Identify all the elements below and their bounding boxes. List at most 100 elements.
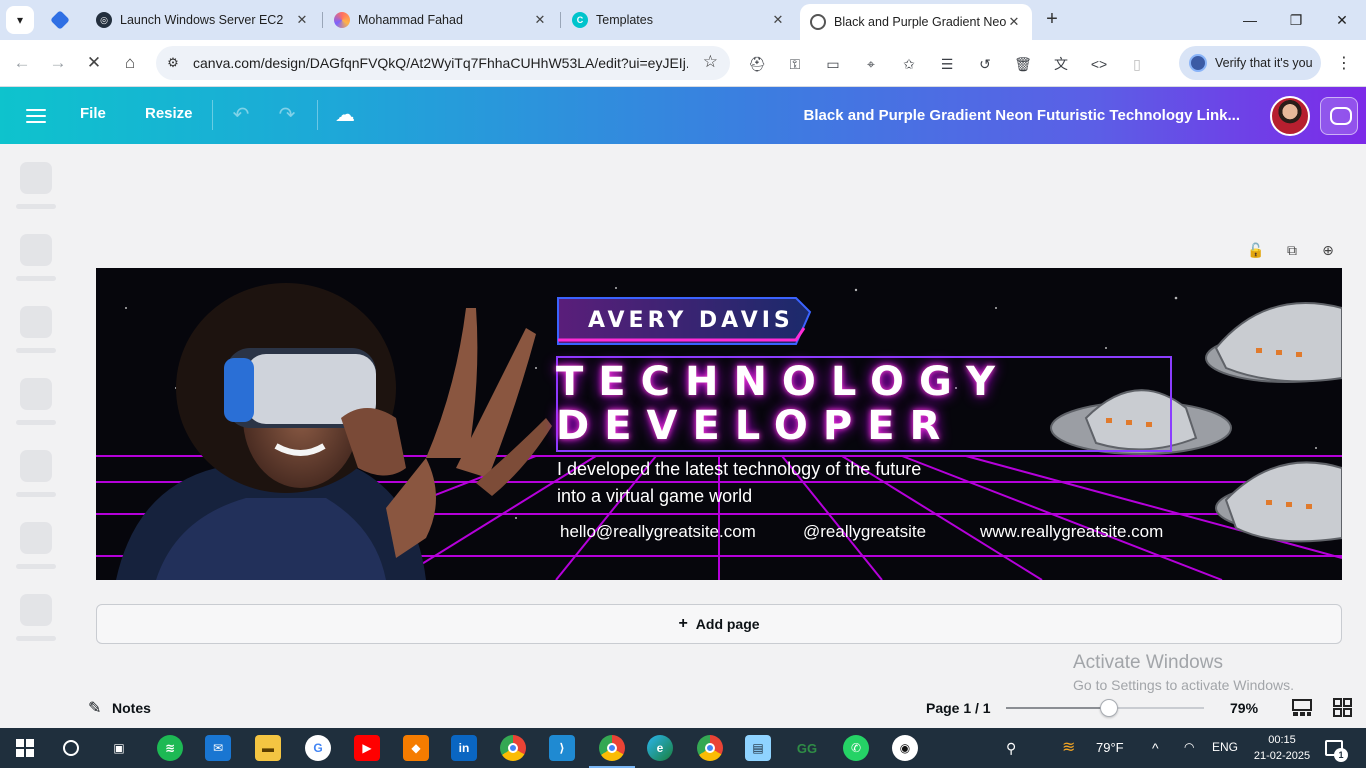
page-view-icon[interactable] [1291, 698, 1313, 718]
zoom-slider-handle[interactable] [1099, 699, 1118, 717]
delete-icon[interactable]: 🗑 [1013, 54, 1033, 74]
windows-taskbar: ▣ ≋ ✉ ▬ G ▶ ◆ in ⟩ e ▤ GG ✆ ◉ ⚲ ≋ 79°F ^… [0, 728, 1366, 768]
site-info-icon[interactable]: ⚙ [164, 54, 182, 72]
page-indicator[interactable]: Page 1 / 1 [926, 700, 991, 716]
browser-tab[interactable]: Mohammad Fahad ✕ [324, 4, 558, 36]
zoom-percentage[interactable]: 79% [1230, 700, 1258, 716]
browser-tab-strip: ▾ ◎ Launch Windows Server EC2 ✕ Mohammad… [0, 0, 1366, 40]
notepad-icon[interactable]: ▤ [745, 735, 771, 761]
google-icon[interactable]: G [305, 735, 331, 761]
design-email[interactable]: hello@reallygreatsite.com [560, 522, 756, 542]
cloud-saved-icon[interactable]: ☁ [332, 102, 358, 128]
tab-search-button[interactable]: ▾ [6, 6, 34, 34]
address-bar[interactable]: ⚙ canva.com/design/DAGfqnFVQkQ/At2WyiTq7… [156, 46, 730, 80]
geeksforgeeks-icon[interactable]: GG [794, 735, 820, 761]
vscode-icon[interactable]: ⟩ [549, 735, 575, 761]
file-explorer-icon[interactable]: ▬ [255, 735, 281, 761]
github-icon[interactable]: ◉ [892, 735, 918, 761]
spotify-icon[interactable]: ≋ [157, 735, 183, 761]
user-avatar[interactable] [1270, 96, 1310, 136]
add-page-button[interactable]: + Add page [96, 604, 1342, 644]
minimize-icon[interactable]: — [1238, 8, 1262, 32]
whatsapp-icon[interactable]: ✆ [843, 735, 869, 761]
edge-icon[interactable]: e [647, 735, 673, 761]
zoom-slider[interactable] [1006, 699, 1204, 717]
design-page[interactable]: AVERY DAVIS TECHNOLOGY DEVELOPER I devel… [96, 268, 1342, 580]
close-tab-icon[interactable]: ✕ [1006, 14, 1022, 30]
chrome-icon[interactable] [500, 735, 526, 761]
forward-icon[interactable]: → [46, 51, 70, 75]
grid-view-icon[interactable] [1332, 698, 1354, 718]
chrome-alt-icon[interactable] [697, 735, 723, 761]
incognito-extension-icon[interactable]: ⛑ [747, 54, 767, 74]
chrome-profile-icon[interactable] [589, 735, 635, 768]
system-clock[interactable]: 00:15 21-02-2025 [1252, 732, 1312, 764]
history-icon[interactable]: ↺ [975, 54, 995, 74]
home-icon[interactable]: ⌂ [118, 51, 142, 75]
url-text[interactable]: canva.com/design/DAGfqnFVQkQ/At2WyiTq7Fh… [193, 55, 688, 71]
resize-button[interactable]: Resize [145, 105, 193, 122]
lock-page-icon[interactable]: 🔓 [1246, 240, 1266, 260]
design-name-text[interactable]: AVERY DAVIS [588, 308, 794, 333]
close-window-icon[interactable]: ✕ [1330, 8, 1354, 32]
design-description[interactable]: I developed the latest technology of the… [557, 456, 1027, 510]
clock-date: 21-02-2025 [1253, 750, 1311, 762]
devtools-code-icon[interactable]: <> [1089, 54, 1109, 74]
design-website[interactable]: www.reallygreatsite.com [980, 522, 1163, 542]
design-handle[interactable]: @reallygreatsite [803, 522, 926, 542]
close-tab-icon[interactable]: ✕ [532, 12, 548, 28]
description-line-1: I developed the latest technology of the… [557, 459, 922, 479]
favorites-icon[interactable]: ✩ [899, 54, 919, 74]
canva-favicon-icon: C [572, 12, 588, 28]
payment-card-icon[interactable]: ▭ [823, 54, 843, 74]
browser-tab[interactable]: ◎ Launch Windows Server EC2 ✕ [86, 4, 320, 36]
comment-icon[interactable] [1320, 97, 1358, 135]
task-view-icon[interactable]: ▣ [106, 735, 132, 761]
weather-icon[interactable]: ≋ [1062, 737, 1075, 757]
main-menu-icon[interactable] [26, 105, 46, 125]
restore-icon[interactable]: ❐ [1284, 8, 1308, 32]
loading-favicon-icon [810, 14, 826, 30]
add-page-label: Add page [695, 616, 760, 632]
close-tab-icon[interactable]: ✕ [770, 12, 786, 28]
bookmark-star-icon[interactable]: ☆ [703, 52, 718, 72]
mail-icon[interactable]: ✉ [205, 735, 231, 761]
new-tab-icon[interactable]: + [1040, 8, 1064, 32]
headline-line-1: TECHNOLOGY [556, 359, 1010, 405]
undo-icon[interactable]: ↶ [228, 102, 254, 128]
notes-button[interactable]: ✎ Notes [88, 698, 151, 718]
stop-loading-icon[interactable]: ✕ [82, 51, 106, 75]
windows-start-icon[interactable] [12, 735, 38, 761]
weather-temperature[interactable]: 79°F [1096, 740, 1124, 755]
verify-identity-button[interactable]: Verify that it's you [1179, 46, 1321, 80]
design-title[interactable]: Black and Purple Gradient Neon Futuristi… [804, 107, 1240, 124]
translate-icon[interactable]: 文 [1051, 54, 1071, 74]
search-icon[interactable] [58, 735, 84, 761]
people-icon[interactable]: ⚲ [1006, 740, 1016, 757]
browser-tab-active[interactable]: Black and Purple Gradient Neon ✕ [800, 4, 1032, 40]
password-key-icon[interactable]: ⚿ [785, 54, 805, 74]
back-icon[interactable]: ← [10, 51, 34, 75]
browser-tab[interactable]: C Templates ✕ [562, 4, 796, 36]
close-tab-icon[interactable]: ✕ [294, 12, 310, 28]
duplicate-page-icon[interactable]: ⧉ [1282, 240, 1302, 260]
file-menu-button[interactable]: File [80, 105, 106, 122]
verify-label: Verify that it's you [1215, 56, 1313, 70]
package-icon[interactable]: ◆ [403, 735, 429, 761]
browser-menu-icon[interactable]: ⋮ [1336, 53, 1352, 73]
notification-count: 1 [1334, 748, 1348, 762]
youtube-icon[interactable]: ▶ [354, 735, 380, 761]
design-headline[interactable]: TECHNOLOGY DEVELOPER [556, 360, 1010, 448]
location-pin-icon[interactable]: ⌖ [861, 54, 881, 74]
redo-icon[interactable]: ↷ [274, 102, 300, 128]
extension-pinned-icon[interactable] [46, 6, 74, 34]
linkedin-icon[interactable]: in [451, 735, 477, 761]
reading-list-icon[interactable]: ☰ [937, 54, 957, 74]
clock-time: 00:15 [1268, 734, 1296, 746]
input-language[interactable]: ENG [1212, 740, 1238, 754]
show-hidden-icons-icon[interactable]: ^ [1152, 740, 1159, 756]
activate-windows-subtitle: Go to Settings to activate Windows. [1073, 677, 1294, 693]
device-mode-icon[interactable]: ▯ [1127, 54, 1147, 74]
wifi-icon[interactable]: ◠ [1184, 740, 1194, 754]
add-page-icon[interactable]: ⊕ [1318, 240, 1338, 260]
